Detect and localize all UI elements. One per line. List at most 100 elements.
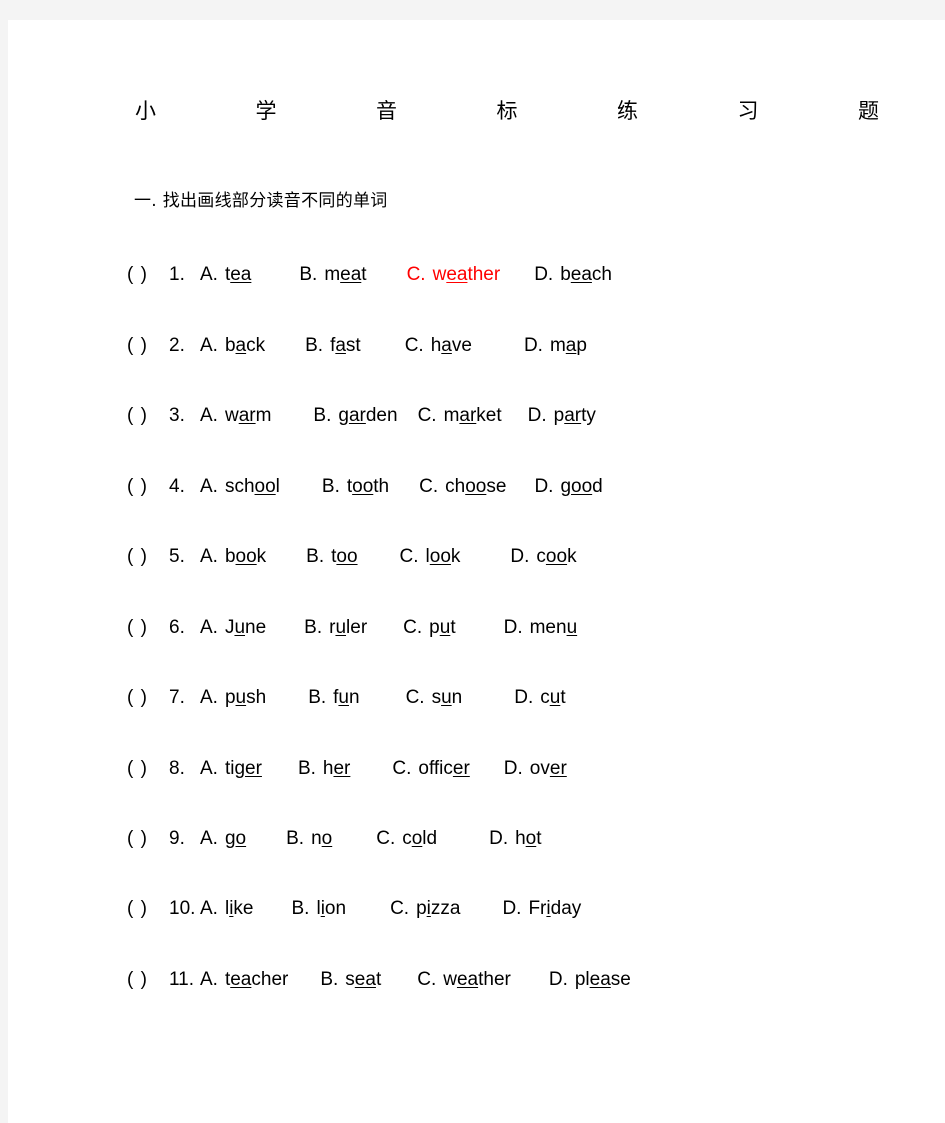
underlined-letters: o [525,828,537,849]
question-option[interactable]: A. June [200,613,266,643]
underlined-letters: o [321,828,333,849]
question-option[interactable]: B. tooth [322,472,389,502]
answer-blank[interactable]: ( ) [127,754,169,784]
option-word: look [426,542,461,572]
question-row: ( ) 3. A. warm B. garden C. market D. party [127,401,596,431]
question-option[interactable]: B. seat [320,965,381,995]
question-option[interactable]: C. sun [406,683,463,713]
word-suffix: on [324,898,347,919]
question-option[interactable]: C. choose [419,472,506,502]
option-letter: D. [489,828,509,849]
word-prefix: p [553,405,565,426]
question-option[interactable]: D. hot [489,824,541,854]
question-option[interactable]: B. meat [299,260,366,290]
question-number: 10. [169,898,196,919]
answer-blank[interactable]: ( ) [127,472,169,502]
question-option[interactable]: B. fun [308,683,359,713]
question-option[interactable]: A. book [200,542,266,572]
question-option[interactable]: A. push [200,683,266,713]
question-option[interactable]: C. weather [407,260,501,290]
question-number: 4. [169,476,185,497]
word-suffix: ther [478,969,511,990]
question-option[interactable]: C. have [405,331,472,361]
question-number: 8. [169,758,185,779]
word-suffix: ke [233,898,254,919]
question-option[interactable]: A. go [200,824,246,854]
option-word: lion [316,894,346,924]
question-option[interactable]: A. tea [200,260,251,290]
question-option[interactable]: D. map [524,331,587,361]
option-word: garden [338,401,397,431]
word-suffix: day [550,898,582,919]
question-option[interactable]: C. look [400,542,461,572]
answer-blank[interactable]: ( ) [127,401,169,431]
question-option[interactable]: C. cold [376,824,437,854]
question-option[interactable]: B. too [306,542,357,572]
word-prefix: men [529,617,567,638]
option-word: pizza [416,894,460,924]
question-option[interactable]: A. back [200,331,265,361]
question-row: ( ) 6. A. June B. ruler C. put D. menu [127,613,577,643]
question-row: ( ) 11. A. teacher B. seat C. weather D. please [127,965,631,995]
question-option[interactable]: A. tiger [200,754,262,784]
underlined-letters: u [335,617,347,638]
question-option[interactable]: B. her [298,754,350,784]
word-suffix: n [349,687,360,708]
question-option[interactable]: B. ruler [304,613,367,643]
question-option[interactable]: C. market [418,401,502,431]
question-option[interactable]: A. teacher [200,965,288,995]
option-letter: C. [390,898,410,919]
question-option[interactable]: D. beach [534,260,612,290]
word-suffix: l [275,476,280,497]
answer-blank[interactable]: ( ) [127,260,169,290]
word-prefix: w [432,264,447,285]
option-letter: D. [523,335,543,356]
word-suffix: sh [246,687,267,708]
option-word: weather [433,260,501,290]
word-suffix: ld [422,828,438,849]
question-option[interactable]: B. lion [292,894,347,924]
question-option[interactable]: D. over [504,754,567,784]
question-option[interactable]: D. cut [514,683,565,713]
question-option[interactable]: B. garden [313,401,397,431]
option-letter: D. [548,969,568,990]
question-option[interactable]: C. weather [417,965,511,995]
underlined-letters: ea [230,969,252,990]
option-word: ruler [329,613,367,643]
option-word: menu [530,613,578,643]
underlined-letters: u [566,617,578,638]
answer-blank[interactable]: ( ) [127,824,169,854]
answer-blank[interactable]: ( ) [127,331,169,361]
question-option[interactable]: D. Friday [502,894,581,924]
question-option[interactable]: A. school [200,472,280,502]
word-prefix: m [549,335,566,356]
question-option[interactable]: D. good [534,472,602,502]
word-prefix: b [560,264,571,285]
underlined-letters: oo [235,546,257,567]
question-number: 11. [169,969,195,990]
underlined-letters: u [441,687,452,708]
question-option[interactable]: D. please [549,965,631,995]
option-letter: D. [503,617,523,638]
question-option[interactable]: B. fast [305,331,361,361]
answer-blank[interactable]: ( ) [127,613,169,643]
answer-blank[interactable]: ( ) [127,683,169,713]
question-option[interactable]: C. pizza [390,894,460,924]
question-option[interactable]: A. like [200,894,254,924]
word-prefix: p [224,687,236,708]
answer-blank[interactable]: ( ) [127,542,169,572]
question-number: 2. [169,335,185,356]
question-option[interactable]: A. warm [200,401,271,431]
option-letter: C. [406,264,426,285]
word-prefix: offic [418,758,453,779]
question-option[interactable]: D. party [528,401,596,431]
question-option[interactable]: D. cook [510,542,576,572]
underlined-letters: er [452,758,470,779]
question-option[interactable]: C. put [403,613,455,643]
option-letter: A. [200,405,218,426]
answer-blank[interactable]: ( ) [127,965,169,995]
question-option[interactable]: D. menu [504,613,578,643]
answer-blank[interactable]: ( ) [127,894,169,924]
question-option[interactable]: C. officer [392,754,469,784]
question-option[interactable]: B. no [286,824,332,854]
